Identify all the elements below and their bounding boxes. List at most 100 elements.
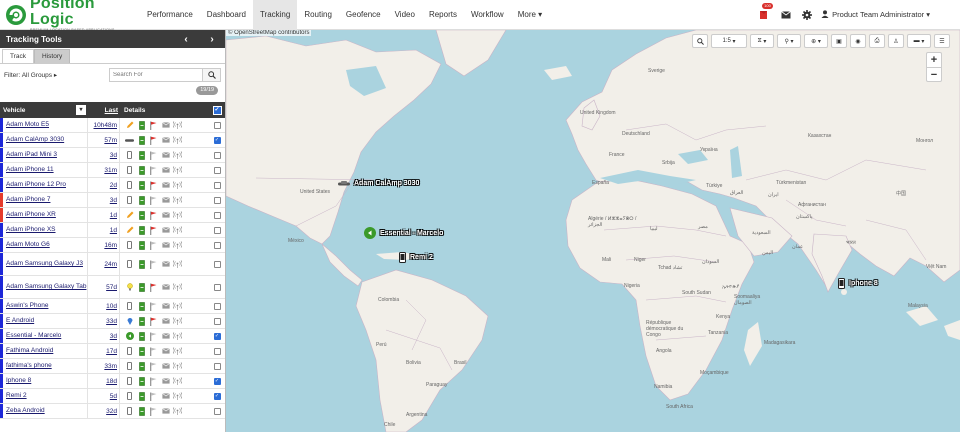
pencil-icon[interactable] — [125, 226, 134, 235]
flag-icon[interactable] — [149, 317, 158, 326]
street-view-button[interactable]: ♙ — [888, 34, 904, 48]
phone-icon[interactable] — [125, 362, 134, 371]
message-icon[interactable] — [161, 166, 170, 175]
last-report-link[interactable]: 1d — [88, 208, 120, 222]
vehicle-row[interactable]: Remi 2 5d ✓ — [0, 389, 225, 404]
vehicle-name-link[interactable]: Adam iPhone 12 Pro — [0, 178, 88, 192]
nav-item-more[interactable]: More ▾ — [511, 0, 549, 30]
last-report-link[interactable]: 17d — [88, 344, 120, 358]
vehicle-row[interactable]: E Android 33d — [0, 314, 225, 329]
flag-icon[interactable] — [149, 332, 158, 341]
signal-icon[interactable] — [173, 226, 182, 235]
signal-icon[interactable] — [173, 196, 182, 205]
message-icon[interactable] — [161, 377, 170, 386]
last-report-link[interactable]: 57d — [88, 276, 120, 298]
message-icon[interactable] — [161, 407, 170, 416]
vehicle-checkbox[interactable] — [213, 317, 221, 325]
vehicle-checkbox[interactable]: ✓ — [213, 377, 221, 385]
nav-item-reports[interactable]: Reports — [422, 0, 464, 30]
zoom-level-select[interactable]: 1:5 ▾ — [711, 34, 747, 48]
message-icon[interactable] — [161, 241, 170, 250]
vehicle-name-link[interactable]: fathima's phone — [0, 359, 88, 373]
message-icon[interactable] — [161, 392, 170, 401]
map-search-button[interactable] — [692, 34, 708, 48]
col-last[interactable]: Last — [88, 107, 120, 114]
signal-icon[interactable] — [173, 151, 182, 160]
layers-button[interactable]: ⧖ ▾ — [750, 34, 774, 48]
message-icon[interactable] — [161, 151, 170, 160]
phone-icon[interactable] — [125, 196, 134, 205]
group-filter[interactable]: Filter: All Groups ▸ — [4, 71, 57, 79]
vehicle-row[interactable]: fathima's phone 33m — [0, 359, 225, 374]
car-icon[interactable] — [125, 136, 134, 145]
vehicle-name-link[interactable]: Adam iPad Mini 3 — [0, 148, 88, 162]
signal-icon[interactable] — [173, 392, 182, 401]
message-icon[interactable] — [161, 121, 170, 130]
vehicle-name-link[interactable]: Adam CalAmp 3030 — [0, 133, 88, 147]
vehicle-row[interactable]: Adam CalAmp 3030 57m ✓ — [0, 133, 225, 148]
signal-icon[interactable] — [173, 181, 182, 190]
vehicle-row[interactable]: Adam iPad Mini 3 3d — [0, 148, 225, 163]
vehicle-checkbox[interactable] — [213, 283, 221, 291]
vehicle-row[interactable]: Zeba Android 32d — [0, 404, 225, 419]
flag-icon[interactable] — [149, 121, 158, 130]
message-icon[interactable] — [161, 302, 170, 311]
phone-icon[interactable] — [125, 151, 134, 160]
signal-icon[interactable] — [173, 260, 182, 269]
nav-item-performance[interactable]: Performance — [140, 0, 200, 30]
nav-item-workflow[interactable]: Workflow — [464, 0, 511, 30]
select-all-checkbox[interactable]: ✓ — [212, 105, 222, 115]
brand-logo[interactable]: Position Logic PREMIUM LOCATION-BASED AP… — [0, 0, 140, 32]
vehicle-name-link[interactable]: Zeba Android — [0, 404, 88, 418]
flag-icon[interactable] — [149, 362, 158, 371]
signal-icon[interactable] — [173, 377, 182, 386]
print-button[interactable]: ⎙ — [869, 34, 885, 48]
last-report-link[interactable]: 32d — [88, 404, 120, 418]
tab-history[interactable]: History — [34, 49, 71, 63]
user-menu[interactable]: Product Team Administrator ▾ — [821, 9, 930, 20]
flag-icon[interactable] — [149, 211, 158, 220]
vehicle-row[interactable]: Aswin's Phone 10d — [0, 299, 225, 314]
marker-adam-calamp[interactable]: Adam CalAmp 3030 — [338, 180, 419, 187]
vehicle-checkbox[interactable] — [213, 407, 221, 415]
signal-icon[interactable] — [173, 121, 182, 130]
flag-icon[interactable] — [149, 407, 158, 416]
last-report-link[interactable]: 33d — [88, 314, 120, 328]
places-button[interactable]: ⚲ ▾ — [777, 34, 801, 48]
play-icon[interactable] — [125, 332, 134, 341]
last-report-link[interactable]: 3d — [88, 329, 120, 343]
collapse-left-button[interactable]: ‹ — [173, 34, 199, 45]
center-button[interactable]: ◉ — [850, 34, 866, 48]
flag-icon[interactable] — [149, 241, 158, 250]
vehicle-checkbox[interactable] — [213, 166, 221, 174]
signal-icon[interactable] — [173, 283, 182, 292]
vehicle-checkbox[interactable] — [213, 302, 221, 310]
vehicle-checkbox[interactable]: ✓ — [213, 332, 221, 340]
map-menu-button[interactable]: ☰ — [934, 34, 950, 48]
phone-icon[interactable] — [125, 377, 134, 386]
gear-icon[interactable] — [800, 8, 813, 21]
vehicle-name-link[interactable]: Aswin's Phone — [0, 299, 88, 313]
flag-icon[interactable] — [149, 181, 158, 190]
phone-icon[interactable] — [125, 241, 134, 250]
vehicle-name-link[interactable]: Fathima Android — [0, 344, 88, 358]
vehicle-checkbox[interactable] — [213, 347, 221, 355]
map-view[interactable]: © OpenStreetMap contributors Sverige Uni… — [226, 30, 960, 432]
signal-icon[interactable] — [173, 407, 182, 416]
flag-icon[interactable] — [149, 226, 158, 235]
flag-icon[interactable] — [149, 260, 158, 269]
nav-item-video[interactable]: Video — [388, 0, 422, 30]
message-icon[interactable] — [161, 181, 170, 190]
vehicle-name-link[interactable]: Iphone 8 — [0, 374, 88, 388]
flag-icon[interactable] — [149, 377, 158, 386]
tab-track[interactable]: Track — [2, 49, 35, 63]
phone-icon[interactable] — [125, 260, 134, 269]
message-icon[interactable] — [161, 283, 170, 292]
vehicle-name-link[interactable]: Adam iPhone 11 — [0, 163, 88, 177]
bulb-icon[interactable] — [125, 283, 134, 292]
last-report-link[interactable]: 31m — [88, 163, 120, 177]
last-report-link[interactable]: 10h48m — [88, 118, 120, 132]
pencil-icon[interactable] — [125, 121, 134, 130]
signal-icon[interactable] — [173, 347, 182, 356]
message-icon[interactable] — [161, 196, 170, 205]
